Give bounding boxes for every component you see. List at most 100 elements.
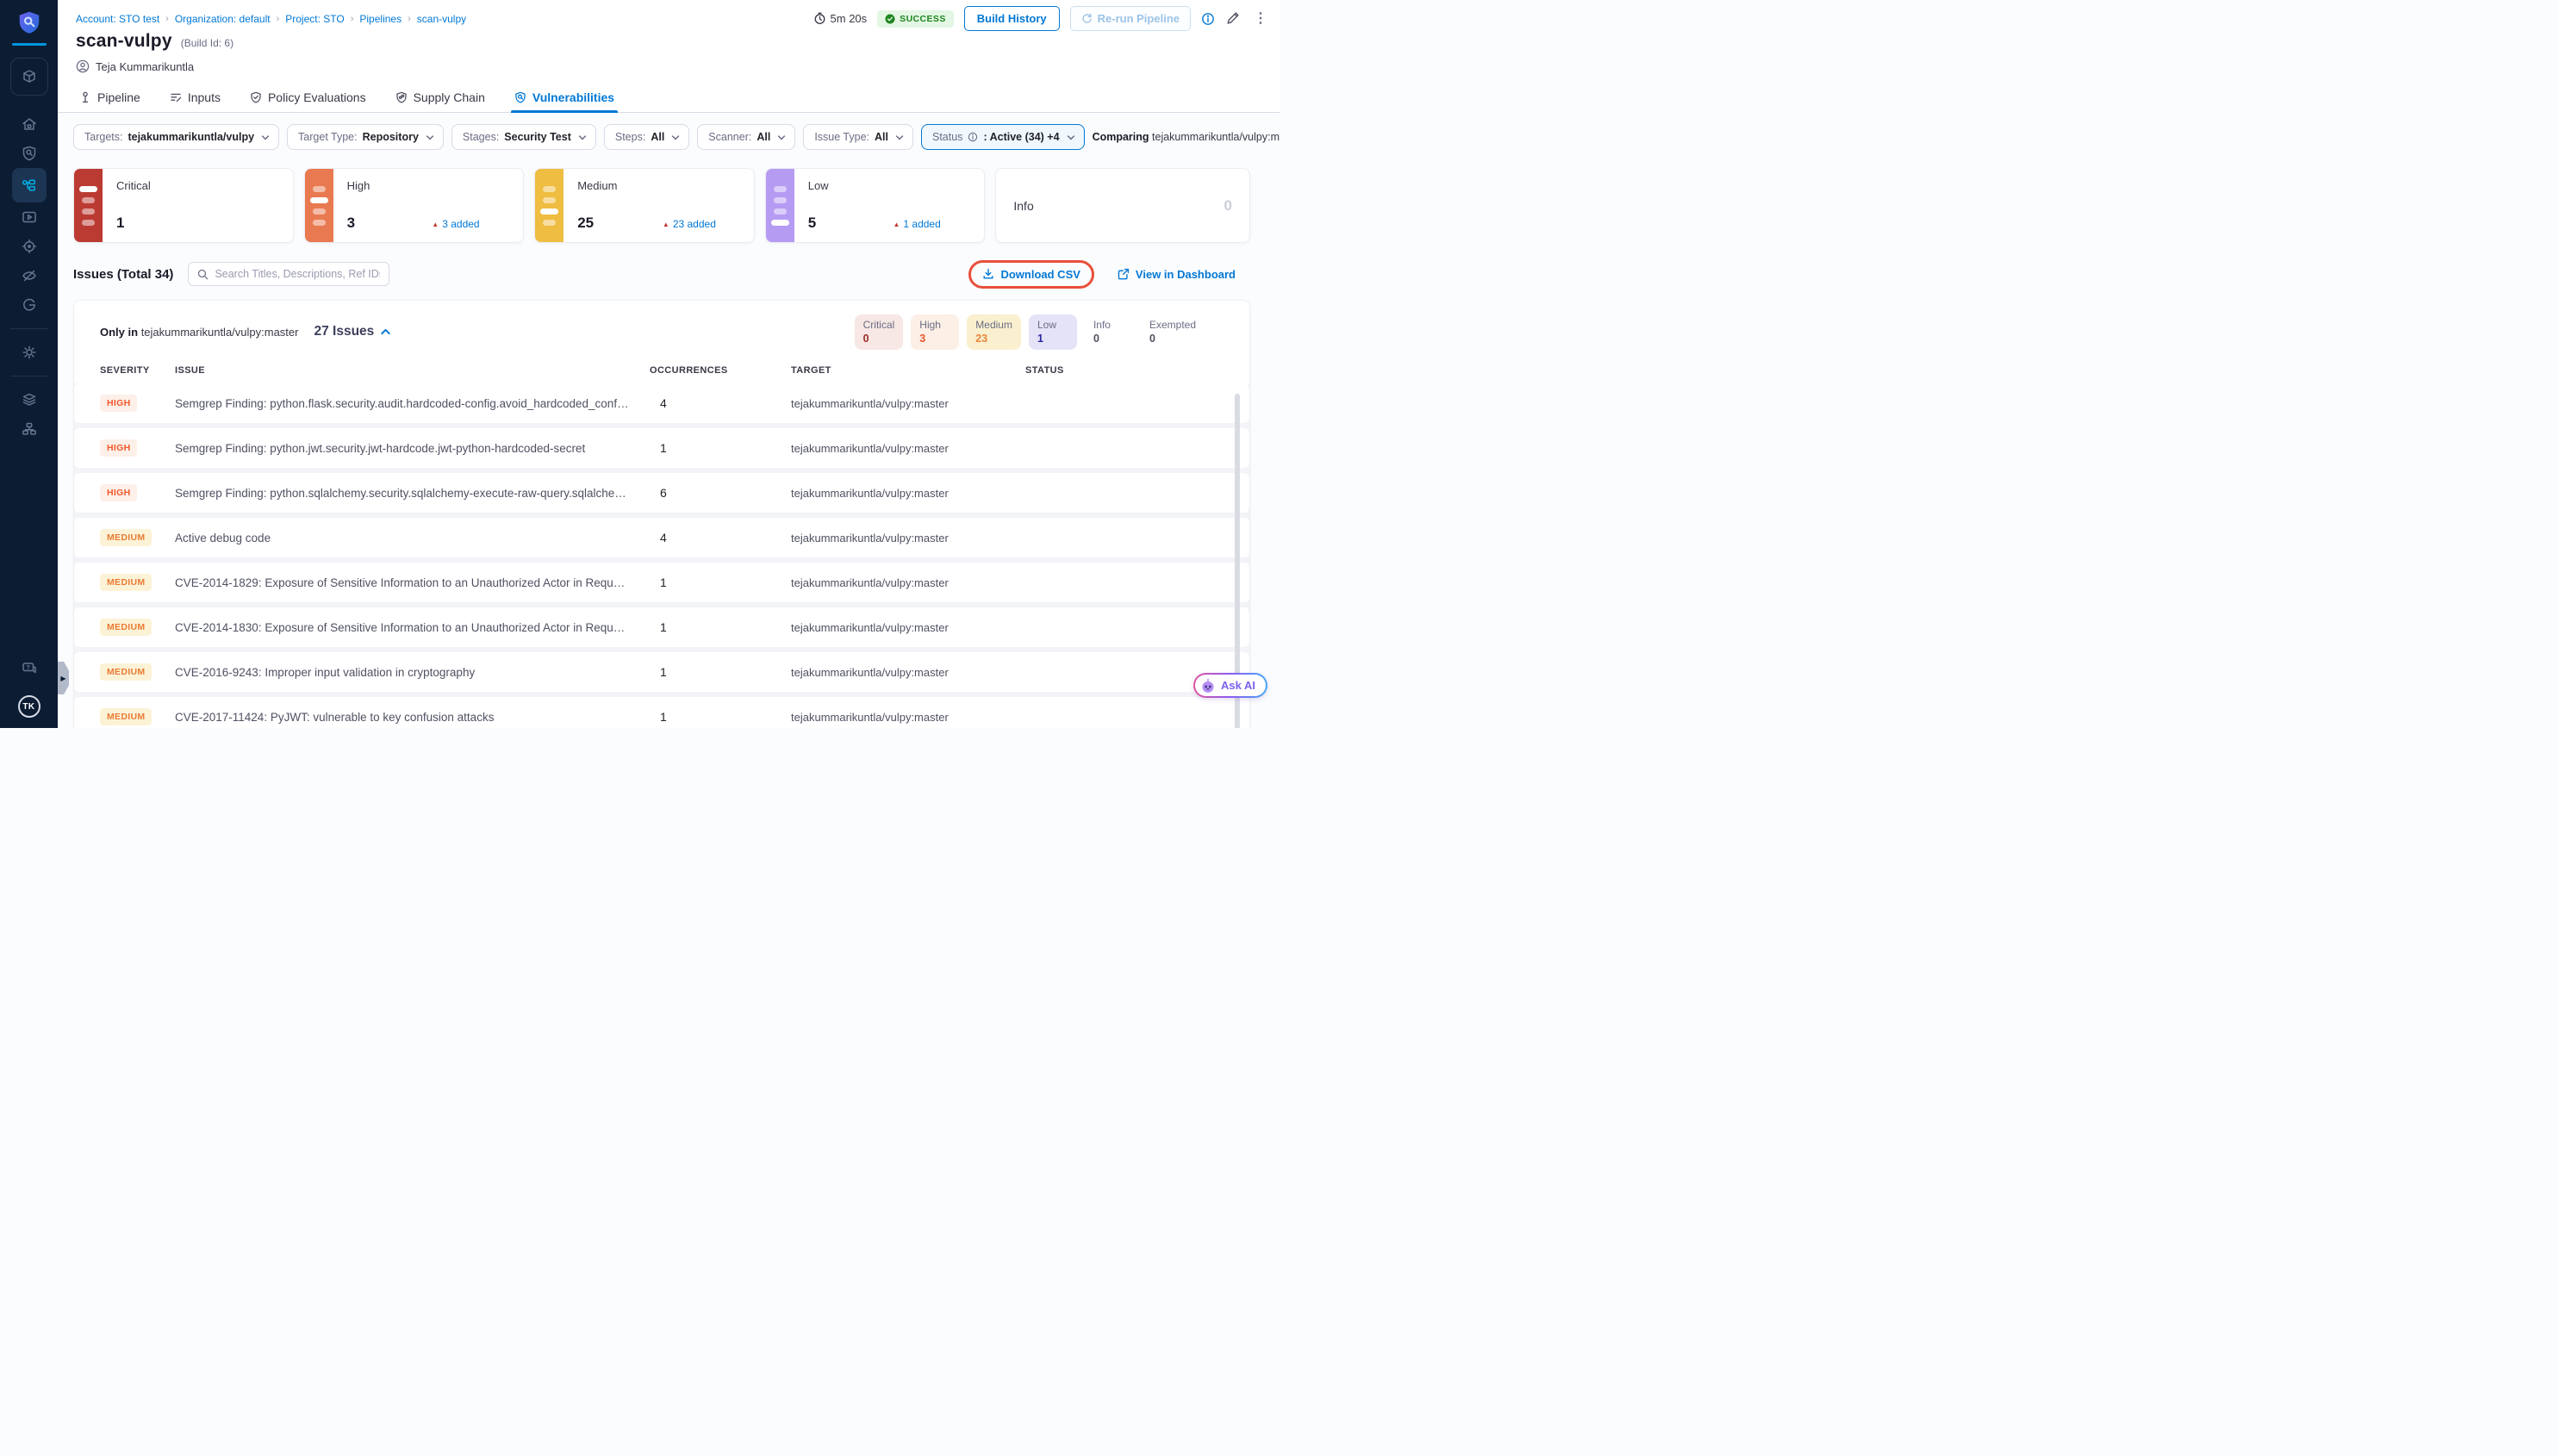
tab-pipeline[interactable]: Pipeline [79,90,140,112]
filter-value: : Active (34) +4 [983,131,1059,143]
search-icon [197,269,209,280]
chevron-down-icon [671,134,680,140]
chip-high[interactable]: High3 [911,314,959,350]
ask-ai-label: Ask AI [1221,679,1255,692]
tab-supply-chain[interactable]: Supply Chain [395,90,485,112]
tab-policy-evaluations[interactable]: Policy Evaluations [250,90,366,112]
download-csv-button[interactable]: Download CSV [982,268,1080,281]
added-delta: ▲3 added [432,218,479,230]
help-chat-icon: ? [21,660,38,677]
chip-low[interactable]: Low1 [1029,314,1077,350]
sto-logo[interactable] [12,10,47,46]
user-avatar[interactable]: TK [18,695,40,718]
module-cube-icon [21,68,38,85]
severity-summary-cards: Critical 1 High 3 ▲3 added Medium [73,168,1250,243]
chevron-down-icon [426,134,434,140]
issues-table-header: SEVERITY ISSUE OCCURRENCES TARGET STATUS [74,363,1249,378]
target: tejakummarikuntla/vulpy:master [791,576,1025,589]
active-module-indicator [12,43,47,46]
issue-row[interactable]: MEDIUM Active debug code 4 tejakummariku… [74,518,1249,557]
sidebar-item-pipelines[interactable] [12,168,47,202]
issue-row[interactable]: MEDIUM CVE-2014-1830: Exposure of Sensit… [74,607,1249,647]
pipelines-icon [21,177,38,194]
filter-issue-type[interactable]: Issue Type: All [803,124,913,150]
filter-scanner[interactable]: Scanner: All [697,124,795,150]
search-input[interactable] [215,268,380,280]
occurrences: 1 [650,665,791,679]
col-status: STATUS [1025,365,1223,376]
issue-title: Semgrep Finding: python.sqlalchemy.secur… [175,487,650,500]
filter-targets[interactable]: Targets: tejakummarikuntla/vulpy [73,124,279,150]
issue-row[interactable]: HIGH Semgrep Finding: python.jwt.securit… [74,428,1249,468]
breadcrumb-pipelines[interactable]: Pipelines [359,13,402,25]
build-history-button[interactable]: Build History [964,6,1060,31]
target: tejakummarikuntla/vulpy:master [791,487,1025,500]
chip-medium[interactable]: Medium23 [967,314,1021,350]
sidebar-item-executions[interactable] [12,202,47,232]
sidebar-item-project-setup[interactable] [12,414,47,444]
info-button[interactable] [1201,12,1215,26]
more-options-button[interactable]: ⋮ [1250,12,1271,26]
chip-critical[interactable]: Critical0 [855,314,904,350]
target: tejakummarikuntla/vulpy:master [791,666,1025,679]
issue-row[interactable]: HIGH Semgrep Finding: python.flask.secur… [74,383,1249,423]
chip-exempted[interactable]: Exempted0 [1141,314,1205,350]
sidebar-item-targets[interactable] [12,232,47,261]
layers-gear-icon [21,391,38,408]
eye-off-icon [21,267,38,284]
group-collapse-toggle[interactable]: 27 Issues [314,324,390,339]
filter-stages[interactable]: Stages: Security Test [451,124,596,150]
chevron-down-icon [1067,134,1075,140]
edit-pipeline-button[interactable] [1225,11,1240,26]
sidebar-item-exemptions[interactable] [12,290,47,320]
severity-card-info[interactable]: Info 0 [995,168,1250,243]
severity-badge: MEDIUM [100,619,152,636]
col-severity: SEVERITY [100,365,175,376]
filter-status[interactable]: Status : Active (34) +4 [921,124,1085,150]
severity-card-medium[interactable]: Medium 25 ▲23 added [534,168,755,243]
breadcrumb-account[interactable]: Account: STO test [76,13,159,25]
severity-card-critical[interactable]: Critical 1 [73,168,294,243]
issue-row[interactable]: MEDIUM CVE-2014-1829: Exposure of Sensit… [74,563,1249,602]
rerun-pipeline-button[interactable]: Re-run Pipeline [1070,6,1191,31]
issues-panel: Only in tejakummarikuntla/vulpy:master 2… [73,300,1250,728]
severity-badge: MEDIUM [100,663,152,681]
low-bars-icon [766,169,794,242]
view-in-dashboard-button[interactable]: View in Dashboard [1118,268,1236,281]
filter-target-type[interactable]: Target Type: Repository [287,124,444,150]
tab-vulnerabilities[interactable]: Vulnerabilities [514,90,614,112]
breadcrumb-project[interactable]: Project: STO [285,13,344,25]
sidebar-item-hidden-issues[interactable] [12,261,47,290]
tab-inputs[interactable]: Inputs [170,90,221,112]
severity-card-high[interactable]: High 3 ▲3 added [304,168,525,243]
filter-value: tejakummarikuntla/vulpy [128,131,254,143]
issue-title: CVE-2014-1830: Exposure of Sensitive Inf… [175,621,650,634]
issue-row[interactable]: MEDIUM CVE-2016-9243: Improper input val… [74,652,1249,692]
breadcrumb-organization[interactable]: Organization: default [175,13,271,25]
help-chat-button[interactable]: ? [12,654,47,683]
filter-label: Targets: [84,131,122,143]
sidebar-item-settings[interactable] [12,338,47,367]
issue-row[interactable]: HIGH Semgrep Finding: python.sqlalchemy.… [74,473,1249,513]
status-badge: SUCCESS [877,10,954,28]
chip-info[interactable]: Info0 [1085,314,1133,350]
ask-ai-button[interactable]: Ask AI [1193,673,1267,698]
external-link-icon [1118,268,1130,280]
severity-card-low[interactable]: Low 5 ▲1 added [765,168,986,243]
critical-bars-icon [74,169,103,242]
target: tejakummarikuntla/vulpy:master [791,711,1025,724]
breadcrumb-pipeline-name[interactable]: scan-vulpy [417,13,466,25]
filter-value: All [651,131,664,143]
sidebar-item-default-settings[interactable] [12,385,47,414]
orgchart-gear-icon [21,420,38,438]
sidebar-item-home[interactable] [12,109,47,139]
issue-row[interactable]: MEDIUM CVE-2017-11424: PyJWT: vulnerable… [74,697,1249,728]
target: tejakummarikuntla/vulpy:master [791,442,1025,455]
issues-search[interactable] [188,262,389,286]
download-icon [982,268,994,280]
sidebar-item-scans[interactable] [12,139,47,168]
breadcrumb-separator: › [165,14,169,24]
sidebar-item-modules[interactable] [10,58,48,96]
issue-title: CVE-2017-11424: PyJWT: vulnerable to key… [175,711,650,724]
filter-steps[interactable]: Steps: All [604,124,689,150]
